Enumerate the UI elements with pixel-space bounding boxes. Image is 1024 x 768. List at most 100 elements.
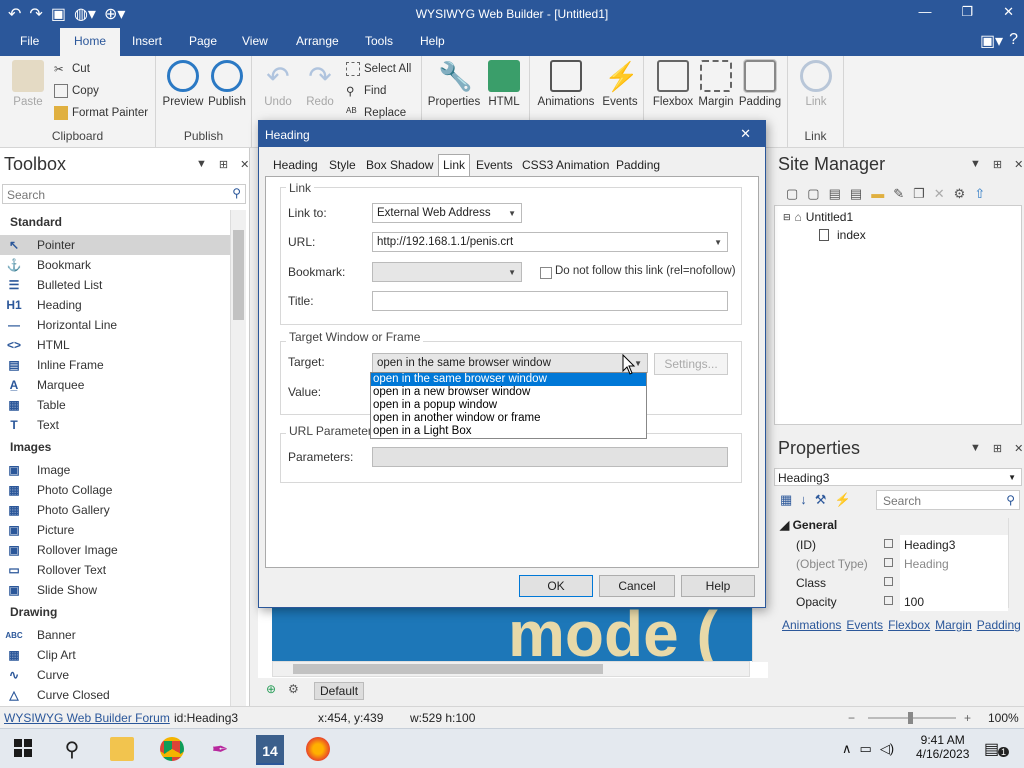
toolbox-item[interactable]: H1 Heading [0, 295, 230, 315]
toolbox-item[interactable]: ↖ Pointer [0, 235, 230, 255]
link-button[interactable]: Link [796, 60, 836, 108]
layout-icon[interactable]: ▣▾ [980, 31, 1003, 51]
search-icon[interactable]: ⚲ [60, 737, 84, 761]
undo-button[interactable]: ↶ Undo [260, 60, 296, 108]
property-value[interactable]: 100 [900, 592, 1008, 611]
sm-dropdown-icon[interactable]: ▼ [970, 158, 981, 171]
padding-link[interactable]: Padding [977, 618, 1021, 632]
add-page-icon[interactable]: ⊕ [266, 682, 276, 696]
help-icon[interactable]: ? [1009, 31, 1018, 51]
toolbox-scrollbar[interactable] [230, 210, 246, 706]
property-row[interactable]: (ID) Heading3 [776, 535, 1020, 554]
property-link-icon[interactable] [884, 558, 893, 567]
ok-button[interactable]: OK [519, 575, 593, 597]
cut-button[interactable]: ✂ Cut [54, 62, 90, 76]
new-page-icon[interactable]: ▢ [786, 186, 798, 202]
target-option[interactable]: open in a popup window [371, 399, 646, 412]
toolbox-item[interactable]: ▦ Table [0, 395, 230, 415]
nofollow-label[interactable]: Do not follow this link (rel=nofollow) [555, 265, 736, 277]
settings-button[interactable]: Settings... [654, 353, 728, 375]
format-painter-button[interactable]: Format Painter [54, 106, 148, 120]
delete-icon[interactable]: ✕ [934, 186, 945, 202]
toolbox-item[interactable]: ABC Banner [0, 625, 230, 645]
property-row[interactable]: Class [776, 573, 1020, 592]
animations-button[interactable]: Animations [536, 60, 596, 108]
edit-page-icon[interactable]: ✎ [893, 186, 904, 202]
properties-button[interactable]: 🔧 Properties [426, 60, 482, 108]
props-search-input[interactable]: Search ⚲ [876, 490, 1020, 510]
firefox-icon[interactable] [306, 737, 330, 761]
target-option[interactable]: open in another window or frame [371, 412, 646, 425]
wrench-icon[interactable]: ⚒ [815, 492, 827, 508]
tab-view[interactable]: View [242, 34, 268, 48]
object-selector[interactable]: Heading3 ▼ [774, 468, 1022, 486]
margin-button[interactable]: Margin [696, 60, 736, 108]
zoom-out-icon[interactable]: − [848, 711, 855, 725]
target-option[interactable]: open in a new browser window [371, 386, 646, 399]
canvas-hscroll[interactable] [272, 661, 750, 677]
restore-button[interactable]: ❐ [961, 4, 973, 20]
tab-help[interactable]: Help [420, 34, 445, 48]
file-explorer-icon[interactable] [110, 737, 134, 761]
property-value[interactable] [900, 573, 1008, 592]
pin-icon[interactable]: ⊞ [219, 158, 228, 171]
categorized-icon[interactable]: ▦ [780, 492, 792, 508]
events-icon[interactable]: ⚡ [834, 492, 850, 508]
toolbox-item[interactable]: ⚓ Bookmark [0, 255, 230, 275]
property-link-icon[interactable] [884, 596, 893, 605]
toolbox-item[interactable]: ∿ Curve [0, 665, 230, 685]
toolbox-item[interactable]: ▣ Rollover Image [0, 540, 230, 560]
toolbox-item[interactable]: ▦ Photo Collage [0, 480, 230, 500]
property-row[interactable]: (Object Type) Heading [776, 554, 1020, 573]
volume-icon[interactable]: ◁) [880, 741, 894, 757]
clock[interactable]: 9:41 AM 4/16/2023 [916, 733, 969, 761]
default-breakpoint[interactable]: Default [314, 682, 365, 700]
margin-link[interactable]: Margin [935, 618, 972, 632]
target-select[interactable]: open in the same browser window ▼ [372, 353, 648, 373]
cancel-button[interactable]: Cancel [599, 575, 675, 597]
props-close-icon[interactable]: ✕ [1014, 442, 1023, 455]
tab-css3-animation[interactable]: CSS3 Animation [522, 158, 609, 172]
html-button[interactable]: HTML [486, 60, 522, 108]
zoom-in-icon[interactable]: + [964, 711, 971, 725]
close-icon[interactable]: ✕ [240, 158, 249, 171]
tab-insert[interactable]: Insert [132, 34, 162, 48]
tab-page[interactable]: Page [189, 34, 217, 48]
publish-button[interactable]: Publish [206, 60, 248, 108]
duplicate-icon[interactable]: ❐ [913, 186, 925, 202]
toolbox-item[interactable]: △ Curve Closed [0, 685, 230, 705]
sort-az-icon[interactable]: ↓ [800, 492, 807, 508]
pen-app-icon[interactable]: ✒ [208, 737, 232, 761]
network-icon[interactable]: ▭ [860, 741, 872, 757]
tab-tools[interactable]: Tools [365, 34, 393, 48]
replace-button[interactable]: AB Replace [346, 106, 406, 120]
page-settings-icon[interactable]: ⚙ [954, 186, 966, 202]
props-pin-icon[interactable]: ⊞ [993, 442, 1002, 455]
zoom-slider[interactable] [868, 712, 956, 724]
toolbox-search-input[interactable]: Search ⚲ [2, 184, 246, 204]
preview-button[interactable]: Preview [162, 60, 204, 108]
scroll-thumb[interactable] [233, 230, 244, 320]
animations-link[interactable]: Animations [782, 618, 841, 632]
flexbox-button[interactable]: Flexbox [652, 60, 694, 108]
paste-button[interactable]: Paste [10, 60, 46, 108]
tab-heading[interactable]: Heading [273, 158, 318, 172]
tree-page-index[interactable]: index [819, 228, 866, 242]
toolbox-item[interactable]: ▭ Rollover Text [0, 560, 230, 580]
tab-home[interactable]: Home [60, 28, 121, 56]
toolbox-item[interactable]: ▣ Slide Show [0, 580, 230, 600]
toolbox-item[interactable]: ▤ Inline Frame [0, 355, 230, 375]
target-option[interactable]: open in the same browser window [371, 373, 646, 386]
target-option[interactable]: open in a Light Box [371, 425, 646, 438]
add-page-icon[interactable]: ▢ [807, 186, 819, 202]
toolbox-item[interactable]: ▣ Picture [0, 520, 230, 540]
toolbox-item[interactable]: ▦ Photo Gallery [0, 500, 230, 520]
url-input[interactable]: http://192.168.1.1/penis.crt ▼ [372, 232, 728, 252]
settings-page-icon[interactable]: ⚙ [288, 682, 299, 696]
tab-box-shadow[interactable]: Box Shadow [366, 158, 433, 172]
bookmark-select[interactable]: ▼ [372, 262, 522, 282]
events-button[interactable]: ⚡ Events [600, 60, 640, 108]
tab-link[interactable]: Link [438, 154, 471, 176]
page-icon[interactable]: ▤ [829, 186, 841, 202]
collapse-icon[interactable]: ⊟ [783, 212, 791, 223]
